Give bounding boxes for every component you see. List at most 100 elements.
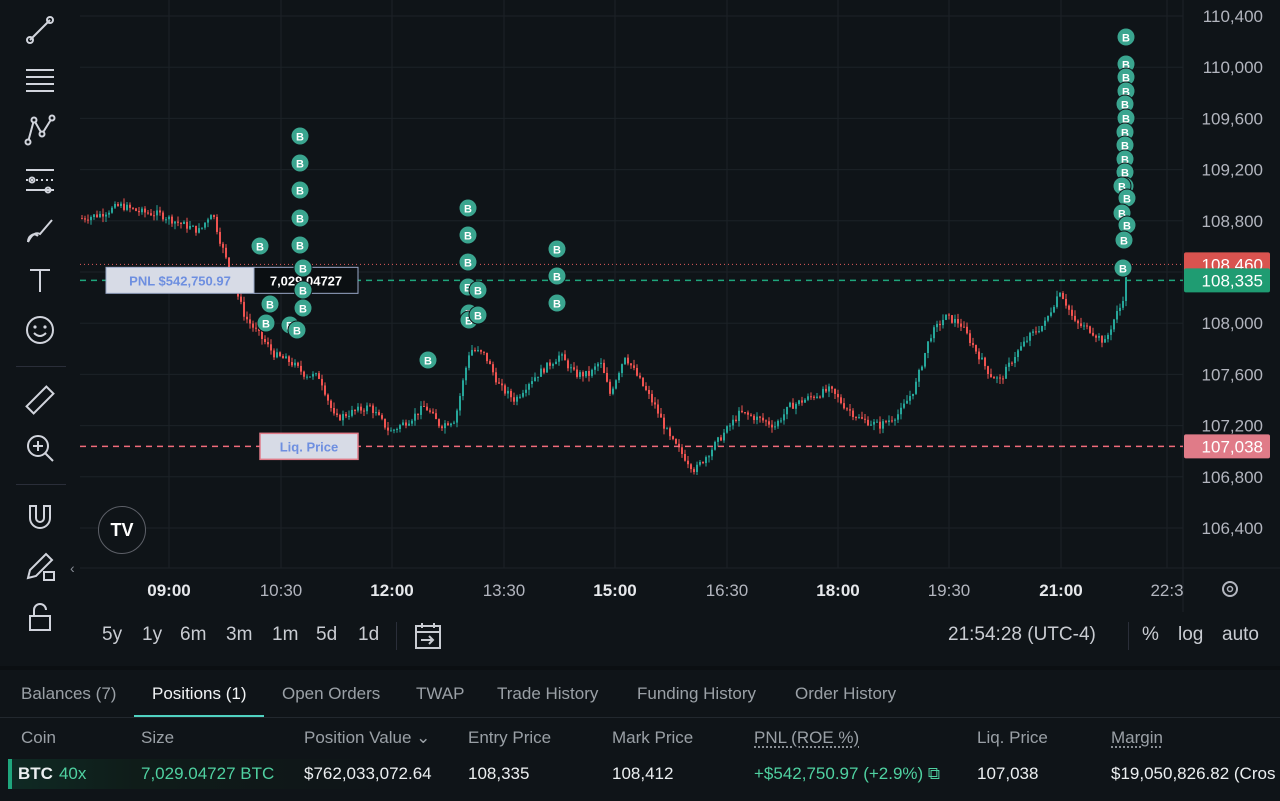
col-size[interactable]: Size [141,728,174,748]
chart-clock[interactable]: 21:54:28 (UTC-4) [948,624,1096,646]
log-scale-toggle[interactable]: log [1178,624,1203,646]
candle-body [996,377,998,379]
trend-line-icon[interactable] [20,10,60,50]
candle-body [417,413,419,415]
range-1y[interactable]: 1y [142,624,162,646]
range-3m[interactable]: 3m [226,624,252,646]
candle-body [885,421,887,423]
chart-panel[interactable]: 110,400 110,000 109,600 109,200 108,800 108,0… [0,0,1280,666]
candle-body [180,222,182,224]
table-row[interactable]: BTC 40x 7,029.04727 BTC $762,033,072.64 1… [8,759,1280,789]
x-tick-label: 19:30 [928,581,971,600]
chart-controls: 5y 1y 6m 3m 1m 5d 1d 21:54:28 (UTC-4) % … [0,612,1280,660]
auto-scale-toggle[interactable]: auto [1222,624,1259,646]
cell-size: 7,029.04727 BTC [141,764,275,783]
col-entry-price[interactable]: Entry Price [468,728,551,748]
range-5y[interactable]: 5y [102,624,122,646]
candle-body [897,414,899,420]
go-to-date-icon[interactable] [412,620,444,652]
pencil-lock-icon[interactable] [20,546,60,586]
candle-body [1014,357,1016,364]
col-margin[interactable]: Margin [1111,728,1163,748]
price-chart[interactable]: 110,400 110,000 109,600 109,200 108,800 108,0… [0,0,1280,612]
candle-body [1077,320,1079,324]
magnet-icon[interactable] [20,496,60,536]
candle-body [951,315,953,323]
tab-funding-history[interactable]: Funding History [637,684,756,704]
candle-body [990,374,992,378]
y-tick-label: 107,600 [1202,365,1263,384]
x-tick-label: 22:3 [1150,581,1183,600]
candle-body [1053,306,1055,313]
liq-price-tag: 107,038 [1202,437,1263,456]
collapse-toolbar-icon[interactable]: ‹ [70,560,75,576]
candle-body [1116,311,1118,320]
zoom-in-icon[interactable] [20,428,60,468]
range-6m[interactable]: 6m [180,624,206,646]
candle-body [837,393,839,398]
tab-trade-history[interactable]: Trade History [497,684,598,704]
candle-body [375,412,377,414]
tradingview-logo[interactable]: TV [98,506,146,554]
candle-body [1017,350,1019,358]
candle-body [81,218,83,220]
tab-positions[interactable]: Positions (1) [152,684,246,704]
col-liq-price[interactable]: Liq. Price [977,728,1048,748]
candle-body [270,344,272,351]
fib-icon[interactable] [20,160,60,200]
x-tick-label: 10:30 [260,581,303,600]
candle-body [93,214,95,218]
toolbar-divider [16,484,66,485]
percent-scale-toggle[interactable]: % [1142,624,1159,646]
candle-body [777,420,779,427]
range-1m[interactable]: 1m [272,624,298,646]
candle-body [453,422,455,424]
tab-balances[interactable]: Balances (7) [21,684,116,704]
horizontal-lines-icon[interactable] [20,60,60,100]
candle-body [786,406,788,415]
range-1d[interactable]: 1d [358,624,379,646]
emoji-icon[interactable] [20,310,60,350]
candle-body [120,203,122,206]
brush-icon[interactable] [20,210,60,250]
col-mark-price[interactable]: Mark Price [612,728,693,748]
candle-body [705,457,707,464]
candle-body [369,405,371,407]
range-5d[interactable]: 5d [316,624,337,646]
candle-body [948,314,950,316]
tab-open-orders[interactable]: Open Orders [282,684,380,704]
candle-body [552,364,554,366]
candle-body [960,323,962,327]
candle-body [507,390,509,394]
ruler-icon[interactable] [20,380,60,420]
col-position-value[interactable]: Position Value ⌄ [304,728,430,748]
candle-body [765,420,767,422]
candle-body [834,388,836,394]
pattern-icon[interactable] [20,110,60,150]
col-pnl[interactable]: PNL (ROE %) [754,728,859,748]
candle-body [966,326,968,334]
tab-twap[interactable]: TWAP [416,684,464,704]
text-icon[interactable] [20,260,60,300]
candle-body [141,208,143,213]
entry-price-tag: 108,335 [1202,271,1263,290]
candle-body [531,381,533,385]
candle-body [405,422,407,426]
candle-body [315,373,317,375]
candle-body [1005,366,1007,379]
buy-marker-label: B [474,286,482,298]
candle-body [303,371,305,377]
cell-coin[interactable]: BTC 40x [18,764,86,784]
buy-marker-label: B [293,326,301,338]
candle-body [726,426,728,433]
candle-body [1035,331,1037,333]
candle-body [225,247,227,258]
candle-body [327,394,329,401]
candle-body [489,361,491,365]
candle-body [393,429,395,431]
share-icon[interactable]: ⧉ [928,764,940,783]
col-coin[interactable]: Coin [21,728,56,748]
candle-body [612,388,614,394]
x-tick-label: 21:00 [1039,581,1082,600]
tab-order-history[interactable]: Order History [795,684,896,704]
